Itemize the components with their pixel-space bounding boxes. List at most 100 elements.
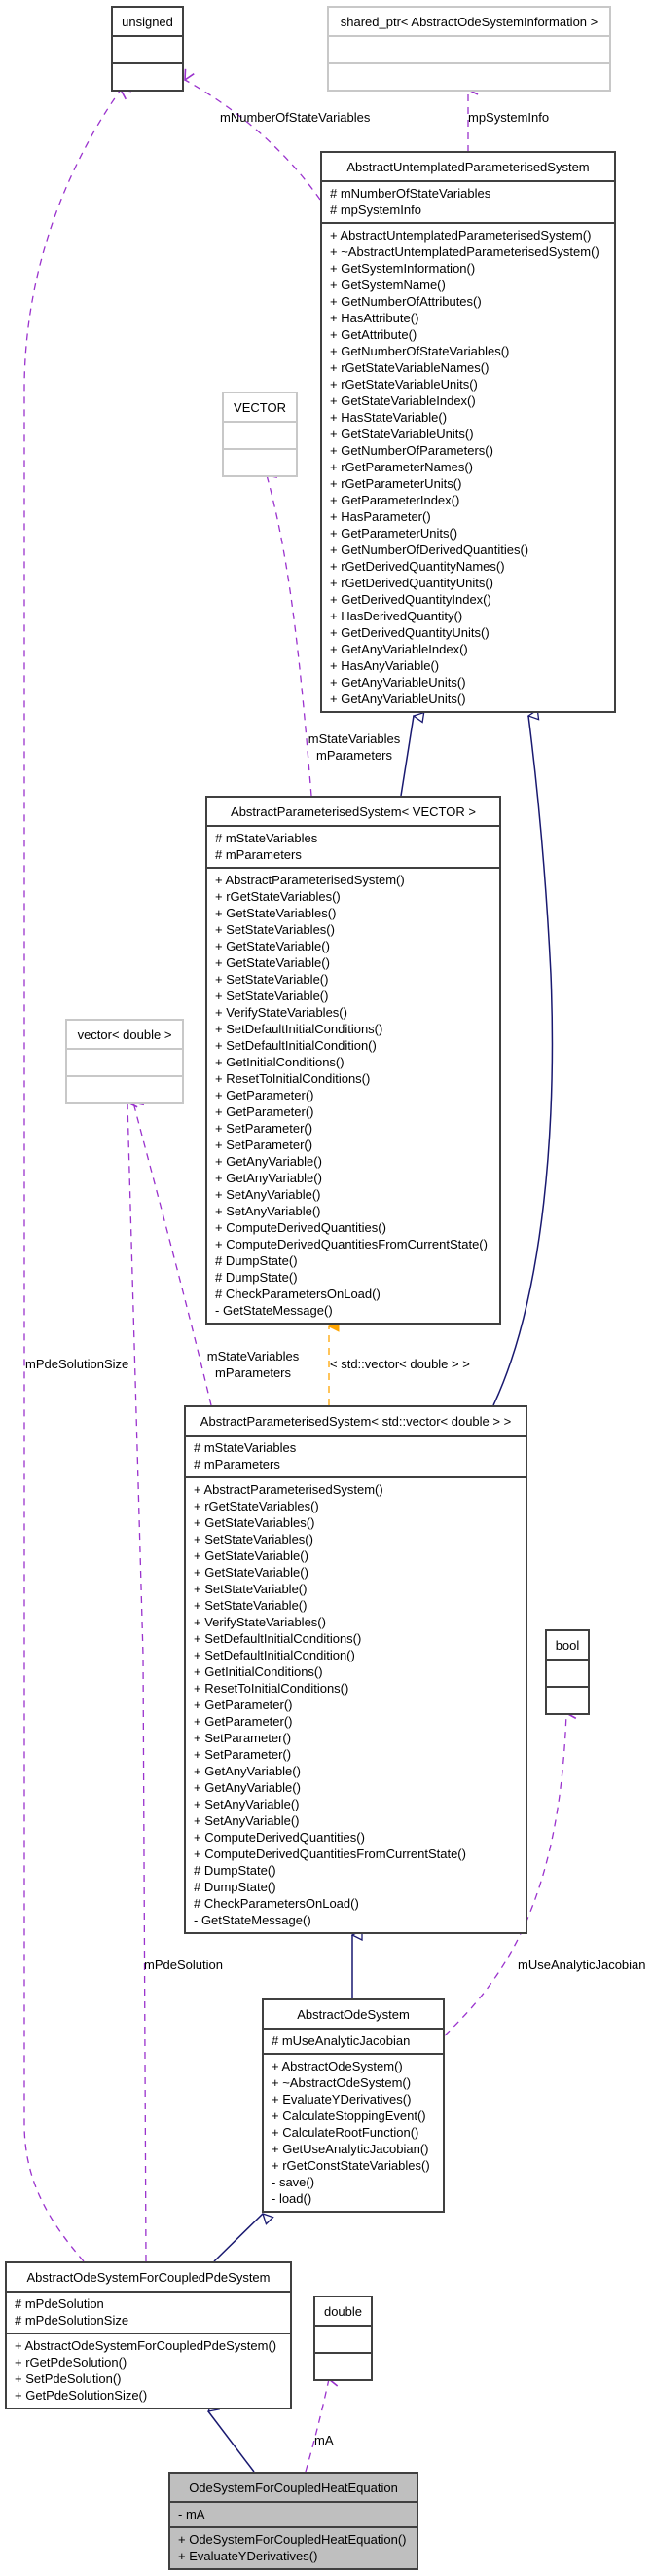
- class-method: - load(): [272, 2191, 312, 2206]
- class-method: + CalculateStoppingEvent(): [272, 2109, 426, 2123]
- class-method: + rGetStateVariableUnits(): [330, 377, 478, 392]
- class-abstract-parameterised-system-std-vector[interactable]: AbstractParameterisedSystem< std::vector…: [184, 1405, 527, 1934]
- class-title: shared_ptr< AbstractOdeSystemInformation…: [329, 8, 609, 37]
- class-method: + EvaluateYDerivatives(): [178, 2549, 318, 2563]
- class-method: + SetParameter(): [215, 1121, 313, 1136]
- class-attributes-section: [315, 2327, 371, 2354]
- class-attribute: - mA: [178, 2507, 205, 2521]
- class-method: + GetStateVariableUnits(): [330, 427, 474, 441]
- class-method: + GetAnyVariableUnits(): [330, 675, 466, 690]
- class-double[interactable]: double: [313, 2296, 373, 2381]
- class-attributes-section: # mPdeSolution # mPdeSolutionSize: [7, 2293, 290, 2334]
- class-attribute: # mpSystemInfo: [330, 203, 421, 217]
- edge-inherit-heat-eq: [208, 2411, 255, 2473]
- class-attributes-section: # mStateVariables # mParameters: [186, 1437, 526, 1478]
- class-method: + rGetConstStateVariables(): [272, 2158, 430, 2173]
- class-attributes-section: # mUseAnalyticJacobian: [264, 2030, 443, 2055]
- class-title: VECTOR: [224, 393, 296, 423]
- class-method: + GetStateVariable(): [194, 1565, 308, 1580]
- class-methods-section: + AbstractUntemplatedParameterisedSystem…: [322, 224, 614, 711]
- class-method: + GetDerivedQuantityIndex(): [330, 592, 491, 607]
- class-title: vector< double >: [67, 1021, 182, 1050]
- class-method: + SetStateVariables(): [194, 1532, 313, 1547]
- class-abstract-untemplated-parameterised-system[interactable]: AbstractUntemplatedParameterisedSystem # …: [320, 151, 616, 713]
- class-method: - GetStateMessage(): [215, 1303, 333, 1318]
- class-method: + GetStateVariables(): [194, 1515, 315, 1530]
- class-method: + GetStateVariable(): [194, 1549, 308, 1563]
- class-abstract-ode-system-for-coupled-pde-system[interactable]: AbstractOdeSystemForCoupledPdeSystem # mP…: [5, 2261, 292, 2409]
- class-method: + SetAnyVariable(): [194, 1813, 300, 1828]
- class-method: + SetDefaultInitialCondition(): [194, 1648, 355, 1662]
- class-method: + ComputeDerivedQuantitiesFromCurrentSta…: [194, 1847, 466, 1861]
- edge-label-mNumberOfStateVariables: mNumberOfStateVariables: [220, 110, 371, 125]
- class-method: + ComputeDerivedQuantitiesFromCurrentSta…: [215, 1237, 488, 1251]
- class-abstract-parameterised-system-vector[interactable]: AbstractParameterisedSystem< VECTOR > # m…: [205, 796, 501, 1325]
- edge-usage-mPdeSolutionSize: [23, 90, 121, 2262]
- class-unsigned[interactable]: unsigned: [111, 6, 184, 92]
- class-method: + GetAnyVariableUnits(): [330, 691, 466, 706]
- class-ode-system-for-coupled-heat-equation[interactable]: OdeSystemForCoupledHeatEquation - mA + Ode…: [168, 2472, 418, 2570]
- class-attributes-section: # mStateVariables # mParameters: [207, 827, 499, 869]
- class-method: + ComputeDerivedQuantities(): [215, 1220, 386, 1235]
- class-title: AbstractOdeSystem: [264, 2000, 443, 2030]
- edge-usage-mNumberOfStateVariables: [185, 80, 321, 201]
- class-method: + rGetDerivedQuantityNames(): [330, 559, 505, 574]
- class-method: + ResetToInitialConditions(): [194, 1681, 349, 1696]
- class-title: AbstractUntemplatedParameterisedSystem: [322, 153, 614, 182]
- class-attribute: # mParameters: [194, 1457, 280, 1472]
- class-attributes-section: [67, 1050, 182, 1077]
- class-method: + HasAttribute(): [330, 311, 419, 325]
- class-method: + CalculateRootFunction(): [272, 2125, 419, 2140]
- class-method: + GetNumberOfStateVariables(): [330, 344, 510, 358]
- class-method: + ResetToInitialConditions(): [215, 1071, 371, 1086]
- class-method: # CheckParametersOnLoad(): [215, 1287, 381, 1301]
- class-shared-ptr-ode-system-information[interactable]: shared_ptr< AbstractOdeSystemInformation…: [327, 6, 611, 92]
- class-method: + HasAnyVariable(): [330, 658, 440, 673]
- class-title: AbstractParameterisedSystem< VECTOR >: [207, 798, 499, 827]
- class-method: + GetStateVariableIndex(): [330, 393, 476, 408]
- class-method: + AbstractOdeSystemForCoupledPdeSystem(): [15, 2338, 277, 2353]
- class-method: + rGetParameterNames(): [330, 460, 474, 474]
- class-method: + SetDefaultInitialConditions(): [194, 1631, 362, 1646]
- class-method: + GetDerivedQuantityUnits(): [330, 625, 490, 640]
- edge-label-mPdeSolutionSize: mPdeSolutionSize: [25, 1357, 129, 1371]
- class-title: AbstractParameterisedSystem< std::vector…: [186, 1407, 526, 1437]
- class-method: + SetAnyVariable(): [194, 1797, 300, 1811]
- edge-label-vector-members-1: mStateVariables: [308, 731, 401, 746]
- class-method: + SetStateVariables(): [215, 922, 335, 937]
- class-method: # CheckParametersOnLoad(): [194, 1896, 359, 1911]
- class-attribute: # mPdeSolution: [15, 2296, 104, 2311]
- class-method: + SetParameter(): [215, 1138, 313, 1152]
- class-method: + GetAnyVariable(): [194, 1780, 301, 1795]
- class-bool[interactable]: bool: [545, 1629, 590, 1715]
- class-method: + GetParameter(): [215, 1104, 314, 1119]
- class-methods-section: + OdeSystemForCoupledHeatEquation() + Eva…: [170, 2528, 417, 2568]
- class-method: + GetNumberOfParameters(): [330, 443, 493, 458]
- class-abstract-ode-system[interactable]: AbstractOdeSystem # mUseAnalyticJacobian +…: [262, 1998, 445, 2213]
- class-method: + SetPdeSolution(): [15, 2371, 122, 2386]
- class-methods-section: [547, 1688, 588, 1713]
- class-vector-template-param[interactable]: VECTOR: [222, 392, 298, 477]
- class-method: + GetParameter(): [194, 1698, 293, 1712]
- class-method: + GetParameter(): [215, 1088, 314, 1102]
- class-method: + GetStateVariable(): [215, 939, 330, 953]
- class-method: + GetSystemInformation(): [330, 261, 476, 276]
- class-method: + GetInitialConditions(): [215, 1055, 345, 1069]
- class-method: + GetAnyVariableIndex(): [330, 642, 468, 656]
- class-method: # DumpState(): [215, 1270, 298, 1285]
- class-attribute: # mParameters: [215, 847, 302, 862]
- class-method: + SetDefaultInitialCondition(): [215, 1038, 377, 1053]
- class-method: + AbstractParameterisedSystem(): [215, 873, 405, 887]
- class-method: + GetParameterIndex(): [330, 493, 460, 507]
- class-method: + AbstractParameterisedSystem(): [194, 1482, 383, 1497]
- class-method: + ~AbstractUntemplatedParameterisedSyste…: [330, 244, 599, 259]
- class-vector-double[interactable]: vector< double >: [65, 1019, 184, 1104]
- class-title: AbstractOdeSystemForCoupledPdeSystem: [7, 2263, 290, 2293]
- edge-label-std-vector-members-2: mParameters: [214, 1365, 292, 1380]
- class-attributes-section: [113, 37, 182, 64]
- class-method: + rGetDerivedQuantityUnits(): [330, 576, 493, 590]
- class-attribute: # mUseAnalyticJacobian: [272, 2034, 411, 2048]
- class-method: + rGetParameterUnits(): [330, 476, 462, 491]
- class-method: + SetParameter(): [194, 1747, 292, 1762]
- class-method: + SetStateVariable(): [215, 989, 329, 1003]
